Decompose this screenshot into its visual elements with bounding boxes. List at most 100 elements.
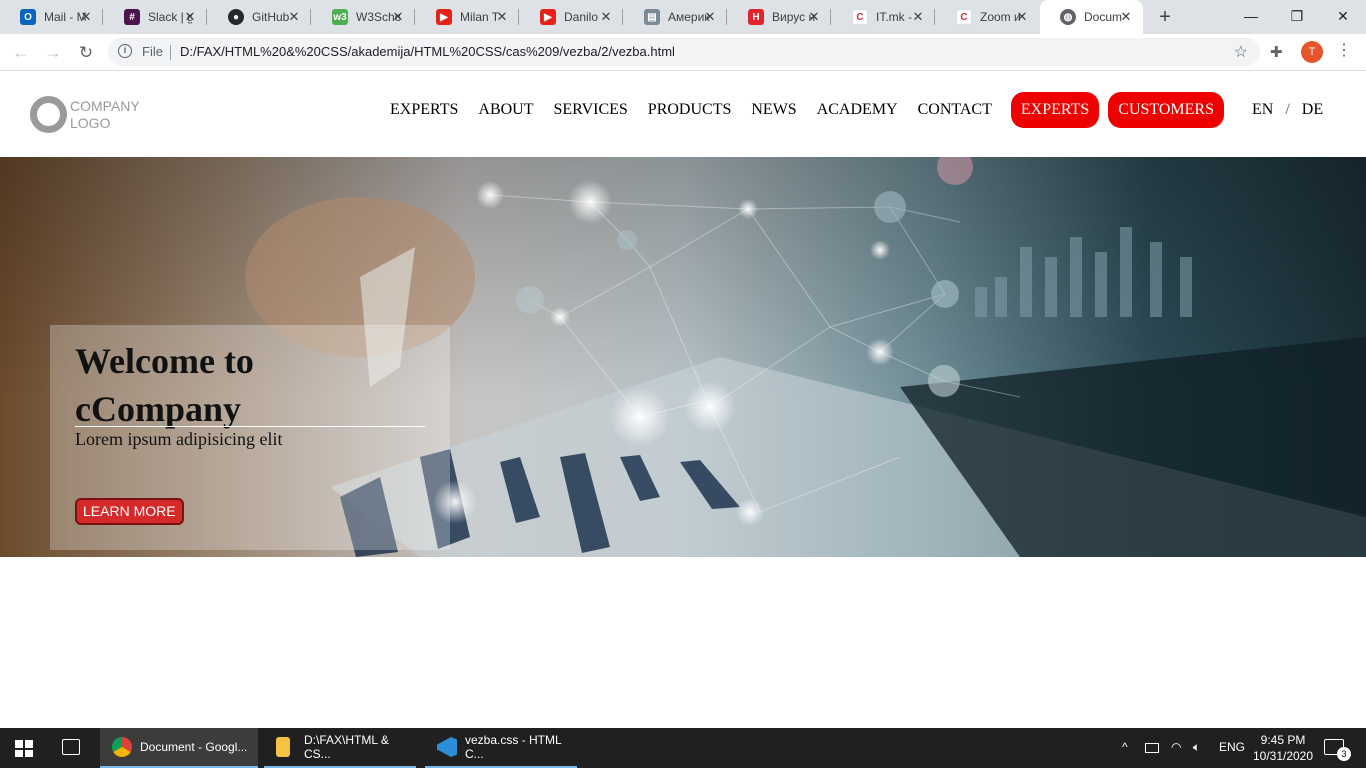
- browser-tab[interactable]: O Mail - M ✕: [0, 0, 103, 34]
- windows-taskbar: Document - Googl... D:\FAX\HTML & CS... …: [0, 728, 1366, 768]
- language-en[interactable]: EN: [1252, 101, 1273, 119]
- input-language[interactable]: ENG: [1219, 740, 1245, 754]
- tab-separator: [934, 9, 935, 25]
- tab-separator: [206, 9, 207, 25]
- slack-icon: #: [124, 9, 140, 25]
- extensions-icon[interactable]: ✚: [1270, 43, 1283, 61]
- learn-more-button[interactable]: LEARN MORE: [75, 498, 184, 525]
- taskbar-app-label: Document - Googl...: [140, 740, 248, 754]
- close-window-button[interactable]: ✕: [1320, 0, 1366, 34]
- tab-close-icon[interactable]: ✕: [79, 10, 93, 24]
- nav-link-services[interactable]: SERVICES: [544, 101, 638, 119]
- scheme-divider: [170, 45, 171, 60]
- itmk-icon: C: [956, 9, 972, 25]
- reload-button[interactable]: ↻: [75, 42, 97, 64]
- globe-icon: ◍: [1060, 9, 1076, 25]
- notification-center-icon[interactable]: 3: [1324, 739, 1351, 761]
- restore-button[interactable]: ❐: [1274, 0, 1320, 34]
- system-clock[interactable]: 9:45 PM 10/31/2020: [1248, 732, 1318, 764]
- browser-tab[interactable]: C IT.mk - ✕: [832, 0, 935, 34]
- browser-tab[interactable]: ▶ Milan T ✕: [416, 0, 519, 34]
- back-button[interactable]: ←: [10, 42, 32, 64]
- browser-tab-active[interactable]: ◍ Docum ✕: [1040, 0, 1143, 34]
- taskbar-app-label: D:\FAX\HTML & CS...: [304, 733, 389, 761]
- nav-link-about[interactable]: ABOUT: [468, 101, 543, 119]
- windows-start-icon[interactable]: [15, 740, 33, 757]
- github-icon: ●: [228, 9, 244, 25]
- browser-tab[interactable]: w3 W3Scho ✕: [312, 0, 415, 34]
- logo-line-1: COMPANY: [70, 97, 140, 114]
- task-view-icon[interactable]: [62, 739, 80, 755]
- main-navigation: EXPERTS ABOUT SERVICES PRODUCTS NEWS ACA…: [380, 91, 1323, 129]
- tab-close-icon[interactable]: ✕: [287, 10, 301, 24]
- nav-link-products[interactable]: PRODUCTS: [638, 101, 742, 119]
- tab-close-icon[interactable]: ✕: [911, 10, 925, 24]
- browser-tab[interactable]: ▤ Америк ✕: [624, 0, 727, 34]
- browser-tab[interactable]: H Вирус н ✕: [728, 0, 831, 34]
- browser-tab[interactable]: # Slack | g ✕: [104, 0, 207, 34]
- bookmark-star-icon[interactable]: ☆: [1234, 42, 1248, 62]
- customers-cta-button[interactable]: CUSTOMERS: [1108, 92, 1224, 128]
- browser-tab[interactable]: ▶ Danilo ✕: [520, 0, 623, 34]
- new-tab-button[interactable]: +: [1154, 6, 1176, 28]
- tab-separator: [622, 9, 623, 25]
- tab-close-icon[interactable]: ✕: [495, 10, 509, 24]
- nav-link-experts[interactable]: EXPERTS: [380, 101, 468, 119]
- info-icon[interactable]: i: [118, 44, 132, 58]
- clock-date: 10/31/2020: [1252, 749, 1314, 763]
- hero-banner: Welcome to cCompany Lorem ipsum adipisic…: [0, 157, 1366, 557]
- tab-separator: [102, 9, 103, 25]
- minimize-button[interactable]: —: [1228, 0, 1274, 34]
- taskbar-app-label: vezba.css - HTML C...: [465, 733, 562, 761]
- youtube-icon: ▶: [436, 9, 452, 25]
- browser-tab[interactable]: C Zoom и ✕: [936, 0, 1039, 34]
- tab-close-icon[interactable]: ✕: [1119, 10, 1133, 24]
- tab-close-icon[interactable]: ✕: [391, 10, 405, 24]
- web-page: COMPANY LOGO EXPERTS ABOUT SERVICES PROD…: [0, 72, 1366, 728]
- language-separator: /: [1285, 101, 1290, 118]
- notification-count-badge: 3: [1337, 747, 1351, 761]
- company-logo[interactable]: COMPANY LOGO: [30, 96, 140, 133]
- forward-button[interactable]: →: [42, 42, 64, 64]
- tab-close-icon[interactable]: ✕: [599, 10, 613, 24]
- url-scheme: File: [142, 44, 163, 59]
- profile-avatar[interactable]: T: [1301, 41, 1323, 63]
- tab-close-icon[interactable]: ✕: [703, 10, 717, 24]
- nav-link-contact[interactable]: CONTACT: [908, 101, 1002, 119]
- logo-line-2: LOGO: [70, 114, 111, 131]
- tab-separator: [310, 9, 311, 25]
- nav-link-news[interactable]: NEWS: [741, 101, 806, 119]
- nav-link-academy[interactable]: ACADEMY: [807, 101, 908, 119]
- vscode-icon: [437, 737, 457, 757]
- taskbar-app-chrome[interactable]: Document - Googl...: [100, 728, 258, 768]
- battery-icon[interactable]: [1145, 743, 1159, 753]
- tab-separator: [518, 9, 519, 25]
- hero-card: Welcome to cCompany Lorem ipsum adipisic…: [50, 325, 450, 550]
- tab-separator: [726, 9, 727, 25]
- hero-subheading: Lorem ipsum adipisicing elit: [75, 429, 283, 449]
- youtube-icon: ▶: [540, 9, 556, 25]
- taskbar-app-vscode[interactable]: vezba.css - HTML C...: [425, 728, 577, 768]
- wifi-icon[interactable]: ◠: [1171, 740, 1181, 754]
- address-bar[interactable]: i File D:/FAX/HTML%20&%20CSS/akademija/H…: [108, 38, 1260, 66]
- hero-heading-line-1: Welcome to: [75, 341, 254, 381]
- chrome-icon: [112, 737, 132, 757]
- browser-tab[interactable]: ● GitHub ✕: [208, 0, 311, 34]
- tab-close-icon[interactable]: ✕: [183, 10, 197, 24]
- clock-time: 9:45 PM: [1260, 733, 1306, 747]
- taskbar-app-explorer[interactable]: D:\FAX\HTML & CS...: [264, 728, 416, 768]
- tab-close-icon[interactable]: ✕: [1015, 10, 1029, 24]
- experts-cta-button[interactable]: EXPERTS: [1010, 92, 1100, 128]
- hero-heading: Welcome to cCompany: [75, 337, 375, 433]
- tab-close-icon[interactable]: ✕: [807, 10, 821, 24]
- show-hidden-icons-chevron-icon[interactable]: ^: [1122, 740, 1128, 754]
- logo-text: COMPANY LOGO: [70, 98, 140, 132]
- volume-icon[interactable]: 🔈︎: [1193, 740, 1200, 755]
- tab-separator: [830, 9, 831, 25]
- url-text[interactable]: D:/FAX/HTML%20&%20CSS/akademija/HTML%20C…: [180, 44, 675, 59]
- language-de[interactable]: DE: [1302, 101, 1323, 119]
- browser-menu-icon[interactable]: ⋮: [1336, 40, 1352, 60]
- itmk-icon: C: [852, 9, 868, 25]
- w3schools-icon: w3: [332, 9, 348, 25]
- folder-icon: [276, 737, 290, 757]
